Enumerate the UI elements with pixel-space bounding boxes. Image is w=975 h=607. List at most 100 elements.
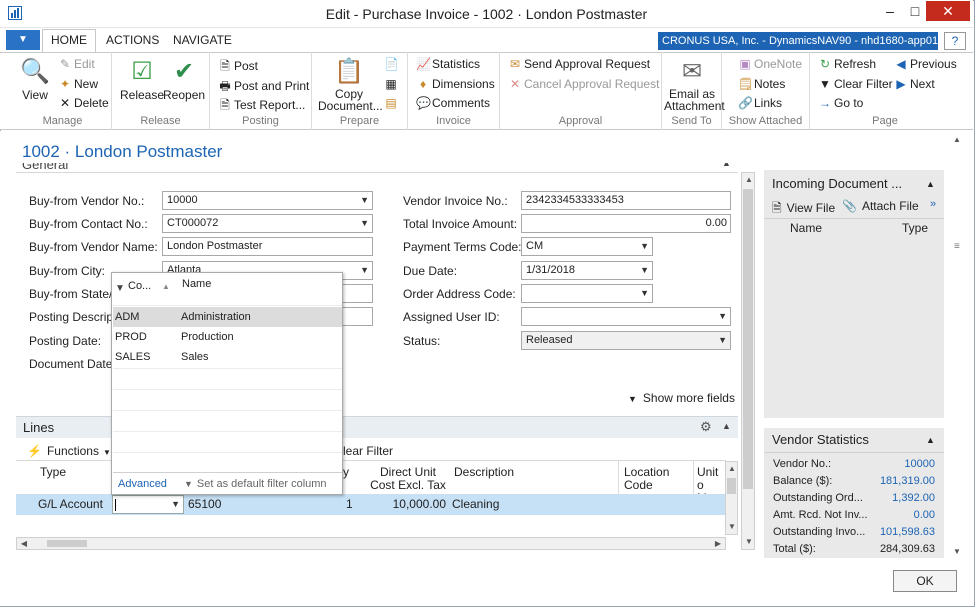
chevron-down-icon[interactable]: ▼ xyxy=(360,192,369,209)
incoming-col-name[interactable]: Name xyxy=(790,221,822,235)
row-code-input[interactable]: ▼ xyxy=(112,495,184,514)
view-file-button[interactable]: 🗎 View File xyxy=(772,199,835,220)
reopen-button[interactable]: ✔ Reopen xyxy=(163,58,205,102)
due-date-field[interactable]: 1/31/2018 ▼ xyxy=(521,261,653,280)
status-field[interactable]: Released ▼ xyxy=(521,331,731,350)
collapse-chevron-icon[interactable]: ▲ xyxy=(926,179,935,189)
lookup-row-prod[interactable]: PROD Production xyxy=(113,327,342,347)
contact-no-field[interactable]: CT000072 ▼ xyxy=(162,214,373,233)
send-approval-request-button[interactable]: ✉ Send Approval Request xyxy=(508,57,650,71)
cancel-approval-request-button[interactable]: ✕ Cancel Approval Request xyxy=(508,77,659,91)
chevron-down-icon[interactable]: ▼ xyxy=(360,215,369,232)
onenote-button[interactable]: ▣ OneNote xyxy=(738,57,802,71)
collapse-chevron-icon[interactable]: ▲ xyxy=(926,435,935,445)
clear-filter-button[interactable]: ▼ Clear Filter xyxy=(818,77,893,91)
more-chevron-icon[interactable]: » xyxy=(930,198,936,210)
scrollbar-thumb[interactable] xyxy=(727,478,736,494)
stat-value[interactable]: 181,319.00 xyxy=(860,475,935,487)
row-description[interactable]: Cleaning xyxy=(452,494,499,515)
prepare-action-2[interactable]: ▦ xyxy=(384,77,400,91)
scroll-down-icon[interactable]: ▼ xyxy=(725,520,739,534)
incoming-col-type[interactable]: Type xyxy=(902,221,928,235)
go-to-button[interactable]: → Go to xyxy=(818,96,863,110)
refresh-button[interactable]: ↻ Refresh xyxy=(818,57,876,71)
assigned-user-id-field[interactable]: ▼ xyxy=(521,307,731,326)
lookup-col-code[interactable]: Co... xyxy=(128,280,151,292)
functions-menu[interactable]: ⚡ Functions ▼ xyxy=(27,444,111,458)
chevron-down-icon[interactable]: ▼ xyxy=(640,285,649,302)
scroll-right-icon[interactable]: ▶ xyxy=(711,537,725,551)
stat-value[interactable]: 0.00 xyxy=(860,509,935,521)
tab-navigate[interactable]: NAVIGATE xyxy=(173,33,232,47)
release-button[interactable]: ☑ Release xyxy=(120,58,164,102)
scroll-down-icon[interactable]: ▼ xyxy=(742,535,756,549)
vendor-name-field[interactable]: London Postmaster xyxy=(162,237,373,256)
scroll-left-icon[interactable]: ◀ xyxy=(17,537,31,551)
general-section-header[interactable]: General ▲ xyxy=(16,163,738,173)
lookup-row-adm[interactable]: ADM Administration xyxy=(113,307,342,327)
filter-icon[interactable]: ▼ xyxy=(115,283,125,294)
gear-icon[interactable]: ⚙ xyxy=(700,419,712,435)
vendor-no-field[interactable]: 10000 ▼ xyxy=(162,191,373,210)
comments-button[interactable]: 💬Comments xyxy=(416,96,490,110)
col-description[interactable]: Description xyxy=(454,466,514,479)
lines-clear-filter[interactable]: lear Filter xyxy=(343,444,393,458)
view-button[interactable]: 🔍 View xyxy=(20,58,50,102)
test-report-button[interactable]: 🗎 Test Report... xyxy=(218,96,305,117)
chevron-down-icon[interactable]: ▼ xyxy=(171,499,180,509)
row-quantity[interactable]: 1 xyxy=(346,494,353,515)
sort-ascending-icon[interactable]: ▲ xyxy=(162,282,170,291)
new-button[interactable]: ✦ New xyxy=(58,77,98,91)
file-menu-button[interactable]: ▼ xyxy=(6,30,40,50)
lines-horizontal-scrollbar[interactable]: ◀ ▶ xyxy=(16,537,726,550)
tab-actions[interactable]: ACTIONS xyxy=(106,33,159,47)
row-no[interactable]: 65100 xyxy=(188,494,221,515)
links-button[interactable]: 🔗Links xyxy=(738,96,782,110)
col-location-code[interactable]: Location Code xyxy=(624,466,674,492)
col-direct-unit-cost[interactable]: Direct Unit Cost Excl. Tax xyxy=(368,466,448,492)
stat-value[interactable]: 1,392.00 xyxy=(860,492,935,504)
scroll-up-icon[interactable]: ▲ xyxy=(742,173,756,187)
order-address-code-field[interactable]: ▼ xyxy=(521,284,653,303)
attach-file-button[interactable]: 📎 Attach File xyxy=(842,199,919,213)
close-button[interactable]: ✕ xyxy=(926,1,970,21)
ok-button[interactable]: OK xyxy=(893,570,957,592)
statistics-button[interactable]: 📈Statistics xyxy=(416,57,480,71)
lines-vertical-scrollbar[interactable]: ▲ ▼ xyxy=(725,461,738,535)
factbox-scrollbar[interactable]: ▲ ≡ ▼ xyxy=(950,131,964,559)
scrollbar-grip-icon[interactable]: ≡ xyxy=(954,241,960,252)
chevron-down-icon[interactable]: ▼ xyxy=(718,308,727,325)
edit-button[interactable]: ✎ Edit xyxy=(58,57,95,71)
col-quantity[interactable]: y xyxy=(343,466,349,479)
delete-button[interactable]: ✕ Delete xyxy=(58,96,109,110)
email-as-attachment-button[interactable]: ✉ Email as Attachment xyxy=(664,58,725,112)
copy-document-button[interactable]: 📋 Copy Document... xyxy=(318,58,383,112)
col-type[interactable]: Type xyxy=(40,466,66,479)
notes-button[interactable]: 🗒Notes xyxy=(738,77,785,91)
company-selector[interactable]: CRONUS USA, Inc. - DynamicsNAV90 - nhd16… xyxy=(658,32,938,50)
lookup-col-name[interactable]: Name xyxy=(182,278,211,290)
stat-value[interactable]: 10000 xyxy=(860,458,935,470)
collapse-chevron-icon[interactable]: ▲ xyxy=(722,421,731,431)
chevron-down-icon[interactable]: ▼ xyxy=(718,332,727,349)
dimensions-button[interactable]: ♦ Dimensions xyxy=(416,77,495,91)
scroll-up-icon[interactable]: ▲ xyxy=(950,133,964,147)
collapse-chevron-icon[interactable]: ▲ xyxy=(722,163,731,168)
row-direct-unit-cost[interactable]: 10,000.00 xyxy=(368,494,446,515)
post-button[interactable]: 🗎 Post xyxy=(218,57,258,78)
total-invoice-amount-field[interactable]: 0.00 xyxy=(521,214,731,233)
post-and-print-button[interactable]: 🖶 Post and Print xyxy=(218,77,309,98)
advanced-link[interactable]: Advanced xyxy=(118,478,167,490)
next-button[interactable]: ▶ Next xyxy=(894,77,934,91)
chevron-down-icon[interactable]: ▼ xyxy=(640,262,649,279)
scrollbar-thumb[interactable] xyxy=(47,540,87,547)
chevron-down-icon[interactable]: ▼ xyxy=(640,238,649,255)
tab-home[interactable]: HOME xyxy=(42,29,96,52)
lookup-row-sales[interactable]: SALES Sales xyxy=(113,347,342,367)
set-default-filter-column[interactable]: ▼ Set as default filter column xyxy=(184,478,327,490)
vendor-invoice-no-field[interactable]: 2342334533333453 xyxy=(521,191,731,210)
show-more-fields-link[interactable]: ▼ Show more fields xyxy=(628,391,735,405)
scroll-up-icon[interactable]: ▲ xyxy=(725,462,739,476)
scroll-down-icon[interactable]: ▼ xyxy=(950,545,964,559)
chevron-down-icon[interactable]: ▼ xyxy=(360,262,369,279)
